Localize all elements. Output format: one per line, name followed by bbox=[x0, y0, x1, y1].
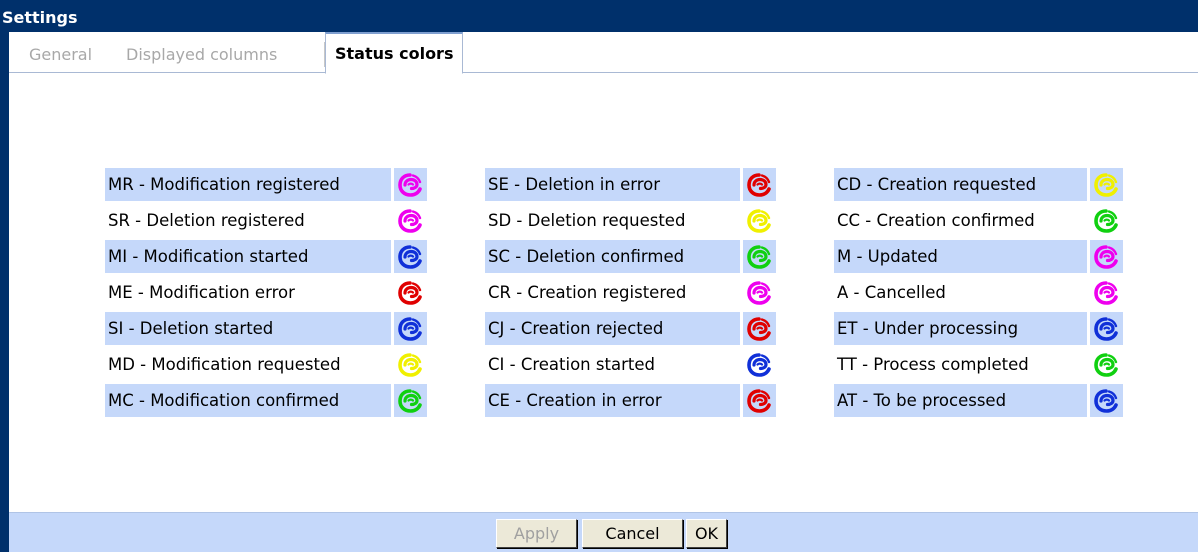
status-color-swatch[interactable] bbox=[743, 276, 776, 309]
status-color-swatch[interactable] bbox=[1090, 348, 1123, 381]
swirl-icon bbox=[398, 389, 422, 413]
status-color-swatch[interactable] bbox=[1090, 384, 1123, 417]
status-row: SR - Deletion registered bbox=[105, 204, 427, 237]
status-label: MR - Modification registered bbox=[105, 168, 391, 201]
cancel-button[interactable]: Cancel bbox=[582, 519, 683, 548]
swirl-icon bbox=[398, 209, 422, 233]
status-color-swatch[interactable] bbox=[394, 240, 427, 273]
status-label: TT - Process completed bbox=[837, 355, 1029, 374]
status-label: MC - Modification confirmed bbox=[105, 384, 391, 417]
status-color-swatch[interactable] bbox=[394, 312, 427, 345]
status-row: A - Cancelled bbox=[834, 276, 1123, 309]
swirl-icon bbox=[747, 281, 771, 305]
status-row: CR - Creation registered bbox=[485, 276, 776, 309]
status-color-swatch[interactable] bbox=[1090, 276, 1123, 309]
apply-button[interactable]: Apply bbox=[496, 519, 577, 548]
status-color-swatch[interactable] bbox=[743, 384, 776, 417]
status-label: CD - Creation requested bbox=[834, 168, 1087, 201]
status-color-swatch[interactable] bbox=[1090, 240, 1123, 273]
status-row: SE - Deletion in error bbox=[485, 168, 776, 201]
status-row: M - Updated bbox=[834, 240, 1123, 273]
settings-content: General Displayed columns Status colors … bbox=[9, 32, 1198, 552]
status-row: CI - Creation started bbox=[485, 348, 776, 381]
swirl-icon bbox=[747, 209, 771, 233]
status-row: AT - To be processed bbox=[834, 384, 1123, 417]
swirl-icon bbox=[398, 317, 422, 341]
status-row: ME - Modification error bbox=[105, 276, 427, 309]
ok-button[interactable]: OK bbox=[686, 519, 727, 548]
swirl-icon bbox=[747, 389, 771, 413]
swirl-icon bbox=[1094, 353, 1118, 377]
status-color-swatch[interactable] bbox=[394, 384, 427, 417]
swirl-icon bbox=[398, 353, 422, 377]
status-row: CE - Creation in error bbox=[485, 384, 776, 417]
status-color-swatch[interactable] bbox=[743, 240, 776, 273]
swirl-icon bbox=[1094, 245, 1118, 269]
status-color-swatch[interactable] bbox=[394, 276, 427, 309]
button-bar: Apply Cancel OK bbox=[9, 512, 1198, 552]
status-row: SC - Deletion confirmed bbox=[485, 240, 776, 273]
status-label: A - Cancelled bbox=[837, 283, 946, 302]
swirl-icon bbox=[398, 245, 422, 269]
window-title: Settings bbox=[0, 0, 1198, 32]
status-label: SE - Deletion in error bbox=[485, 168, 740, 201]
status-color-swatch[interactable] bbox=[1090, 204, 1123, 237]
swirl-icon bbox=[747, 245, 771, 269]
status-color-swatch[interactable] bbox=[394, 168, 427, 201]
status-label: ET - Under processing bbox=[834, 312, 1087, 345]
status-row: CJ - Creation rejected bbox=[485, 312, 776, 345]
status-label: CI - Creation started bbox=[488, 355, 655, 374]
status-label: SI - Deletion started bbox=[105, 312, 391, 345]
status-color-swatch[interactable] bbox=[743, 348, 776, 381]
status-color-swatch[interactable] bbox=[394, 204, 427, 237]
status-label: CJ - Creation rejected bbox=[485, 312, 740, 345]
status-label: SD - Deletion requested bbox=[488, 211, 686, 230]
swirl-icon bbox=[398, 281, 422, 305]
status-label: ME - Modification error bbox=[108, 283, 295, 302]
status-color-swatch[interactable] bbox=[743, 204, 776, 237]
status-row: MC - Modification confirmed bbox=[105, 384, 427, 417]
swirl-icon bbox=[1094, 317, 1118, 341]
status-label: MI - Modification started bbox=[105, 240, 391, 273]
status-row: MI - Modification started bbox=[105, 240, 427, 273]
status-color-swatch[interactable] bbox=[743, 312, 776, 345]
swirl-icon bbox=[1094, 281, 1118, 305]
status-row: MR - Modification registered bbox=[105, 168, 427, 201]
status-color-swatch[interactable] bbox=[1090, 168, 1123, 201]
status-row: TT - Process completed bbox=[834, 348, 1123, 381]
status-label: CR - Creation registered bbox=[488, 283, 687, 302]
status-row: ET - Under processing bbox=[834, 312, 1123, 345]
status-label: CE - Creation in error bbox=[485, 384, 740, 417]
swirl-icon bbox=[747, 353, 771, 377]
status-label: SR - Deletion registered bbox=[108, 211, 305, 230]
status-color-swatch[interactable] bbox=[1090, 312, 1123, 345]
window-frame-left bbox=[0, 32, 9, 552]
status-row: SI - Deletion started bbox=[105, 312, 427, 345]
status-row: CD - Creation requested bbox=[834, 168, 1123, 201]
status-label: CC - Creation confirmed bbox=[837, 211, 1035, 230]
status-color-swatch[interactable] bbox=[394, 348, 427, 381]
swirl-icon bbox=[398, 173, 422, 197]
tab-displayed-columns[interactable]: Displayed columns bbox=[116, 32, 287, 73]
swirl-icon bbox=[1094, 209, 1118, 233]
status-row: MD - Modification requested bbox=[105, 348, 427, 381]
swirl-icon bbox=[1094, 173, 1118, 197]
tab-status-colors[interactable]: Status colors bbox=[325, 32, 464, 74]
status-label: AT - To be processed bbox=[834, 384, 1087, 417]
swirl-icon bbox=[747, 173, 771, 197]
settings-window: Settings General Displayed columns Statu… bbox=[0, 0, 1198, 552]
status-row: CC - Creation confirmed bbox=[834, 204, 1123, 237]
tab-bar: General Displayed columns Status colors bbox=[9, 32, 1198, 74]
swirl-icon bbox=[1094, 389, 1118, 413]
status-label: SC - Deletion confirmed bbox=[485, 240, 740, 273]
status-label: MD - Modification requested bbox=[108, 355, 341, 374]
status-row: SD - Deletion requested bbox=[485, 204, 776, 237]
status-color-swatch[interactable] bbox=[743, 168, 776, 201]
status-label: M - Updated bbox=[834, 240, 1087, 273]
tab-general[interactable]: General bbox=[19, 32, 102, 73]
swirl-icon bbox=[747, 317, 771, 341]
